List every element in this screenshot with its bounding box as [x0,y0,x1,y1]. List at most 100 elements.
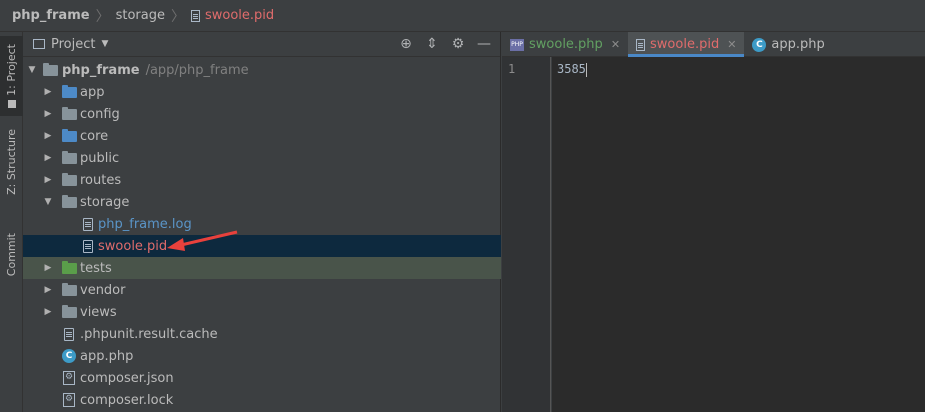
chevron-right-icon: 〉 [170,8,185,25]
breadcrumb-project[interactable]: php_frame [12,8,90,23]
collapsed-arrow-icon[interactable]: ▶ [43,153,53,163]
tab-project-label: 1: Project [5,44,18,96]
tree-item-composer-json[interactable]: composer.json [23,367,501,389]
file-icon [83,217,93,231]
tree-item-app[interactable]: ▶ app [23,81,501,103]
php-file-icon: PHP [510,38,524,51]
tab-structure[interactable]: Z: Structure [0,124,23,200]
tree-item-label: core [80,128,109,144]
collapsed-arrow-icon[interactable]: ▶ [43,87,53,97]
editor-gutter: 1 [502,57,551,412]
collapsed-arrow-icon[interactable]: ▶ [43,109,53,119]
locate-icon[interactable]: ⊕ [398,36,414,52]
tool-window-strip: 1: Project Z: Structure Commit [0,32,23,412]
tree-item-public[interactable]: ▶ public [23,147,501,169]
tree-item-config[interactable]: ▶ config [23,103,501,125]
tree-item-core[interactable]: ▶ core [23,125,501,147]
breadcrumb-folder[interactable]: storage [116,8,165,23]
editor-tab-bar: PHP swoole.php ✕ swoole.pid ✕ C app.php [502,32,925,57]
project-panel-title[interactable]: Project [51,37,95,52]
annotation-arrow-icon [167,230,238,251]
tree-item-label: app [80,84,105,100]
tree-item-label: swoole.pid [98,238,168,254]
folder-icon [62,194,77,208]
chevron-down-icon[interactable]: ▼ [101,39,108,49]
tree-item-label: config [80,106,120,122]
tab-commit-label: Commit [5,233,18,277]
tree-item-label: routes [80,172,122,188]
close-icon[interactable]: ✕ [611,38,620,51]
tab-project[interactable]: 1: Project [0,36,23,116]
folder-icon [43,62,58,76]
close-icon[interactable]: ✕ [727,38,736,51]
tab-label: swoole.pid [650,37,720,52]
line-number: 1 [508,62,516,76]
collapsed-arrow-icon[interactable]: ▶ [43,175,53,185]
collapsed-arrow-icon[interactable]: ▶ [43,131,53,141]
gear-icon[interactable]: ⚙ [450,36,466,52]
tab-swoole-pid[interactable]: swoole.pid ✕ [628,32,745,57]
file-icon [83,239,93,253]
tree-item-vendor[interactable]: ▶ vendor [23,279,501,301]
tree-item-composer-lock[interactable]: composer.lock [23,389,501,411]
tree-item-label: app.php [80,348,134,364]
editor-content[interactable]: 3585 [552,57,925,412]
php-class-icon: C [752,37,767,52]
collapsed-arrow-icon[interactable]: ▶ [43,285,53,295]
composer-file-icon [63,371,75,385]
code-text: 3585 [557,62,586,76]
tab-structure-label: Z: Structure [5,129,18,195]
folder-icon [62,260,77,274]
folder-icon [62,128,77,142]
panel-toolbar: ⊕ ⇕ ⚙ — [398,36,492,52]
tree-item-label: vendor [80,282,126,298]
tree-item-label: tests [80,260,112,276]
tab-commit[interactable]: Commit [0,224,23,286]
tree-item-label: composer.lock [80,392,174,408]
tree-item-storage[interactable]: ▼ storage [23,191,501,213]
tree-item-label: storage [80,194,130,210]
tab-label: app.php [771,37,825,52]
file-icon [636,38,646,51]
expanded-arrow-icon[interactable]: ▼ [43,197,53,207]
tree-item-php-frame-log[interactable]: php_frame.log [23,213,501,235]
tree-item-app-php[interactable]: C app.php [23,345,501,367]
tree-item-swoole-pid[interactable]: swoole.pid [23,235,501,257]
folder-icon [62,172,77,186]
collapsed-arrow-icon[interactable]: ▶ [43,307,53,317]
tab-label: swoole.php [529,37,603,52]
breadcrumb-file[interactable]: swoole.pid [190,8,275,23]
file-icon [190,9,200,22]
tree-root[interactable]: ▼ php_frame/app/php_frame [23,59,501,81]
collapse-all-icon[interactable]: ⇕ [424,36,440,52]
project-panel: Project ▼ ⊕ ⇕ ⚙ — ▼ php_frame/app/php_fr… [23,32,501,412]
tree-item-tests[interactable]: ▶ tests [23,257,501,279]
root-name: php_frame [62,62,140,78]
php-class-icon: C [62,349,76,363]
tab-swoole-php[interactable]: PHP swoole.php ✕ [502,32,628,57]
expanded-arrow-icon[interactable]: ▼ [27,65,37,75]
minimize-icon[interactable]: — [476,36,492,52]
tree-item-views[interactable]: ▶ views [23,301,501,323]
folder-icon [62,106,77,120]
project-panel-header: Project ▼ ⊕ ⇕ ⚙ — [23,32,500,57]
tree-item-label: views [80,304,117,320]
code-line[interactable]: 3585 [557,62,587,77]
root-path: /app/php_frame [145,62,249,78]
tree-item-routes[interactable]: ▶ routes [23,169,501,191]
tree-item-label: composer.json [80,370,174,386]
collapsed-arrow-icon[interactable]: ▶ [43,263,53,273]
folder-icon [7,99,16,108]
tree-item-label: .phpunit.result.cache [80,326,218,342]
folder-icon [62,84,77,98]
tree-item-phpunit-cache[interactable]: .phpunit.result.cache [23,323,501,345]
tree-root-label: php_frame/app/php_frame [62,63,249,78]
file-icon [64,327,74,341]
text-cursor [585,62,587,77]
chevron-right-icon: 〉 [95,8,110,25]
folder-icon [62,150,77,164]
tab-app-php[interactable]: C app.php [744,32,832,57]
breadcrumb-file-label: swoole.pid [204,8,275,23]
breadcrumb: php_frame 〉 storage 〉 swoole.pid [0,0,925,32]
composer-file-icon [63,393,75,407]
